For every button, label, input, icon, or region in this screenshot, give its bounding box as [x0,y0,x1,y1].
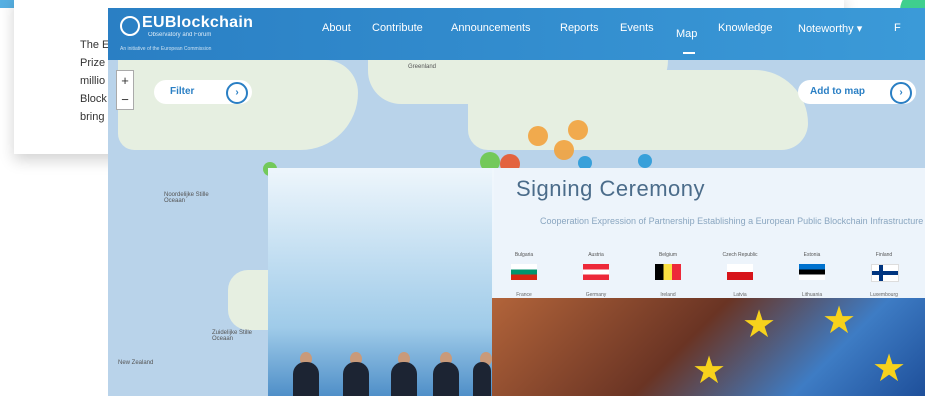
chevron-right-icon: › [226,82,248,104]
nav-about[interactable]: About [322,22,351,34]
map-cluster-marker[interactable] [568,120,588,140]
nav-noteworthy[interactable]: Noteworthy ▾ [798,22,862,35]
filter-button[interactable]: Filter › [154,80,252,104]
north-america-land [118,60,358,150]
map-label-new-zealand: New Zealand [118,360,154,366]
country-label: Bulgaria [514,252,534,258]
flag-bulgaria-icon [511,264,537,280]
nav-active-indicator [683,52,695,54]
blockchain-illustration: ★ ★ ★ ★ [492,298,925,396]
site-logo[interactable]: EUBlockchain [142,14,253,32]
logo-icon [120,16,140,36]
logo-subtitle: Observatory and Forum [148,32,212,38]
nav-events[interactable]: Events [620,22,654,34]
star-icon: ★ [742,304,777,346]
nav-contribute[interactable]: Contribute [372,22,423,34]
eurasia-land [468,70,808,150]
flag-belgium-icon [655,264,681,280]
country-label: Czech Republic [722,252,758,258]
map-cluster-marker[interactable] [528,126,548,146]
nav-map[interactable]: Map [676,28,697,40]
map-pin-marker[interactable] [638,154,652,168]
star-icon: ★ [692,350,727,392]
add-to-map-label: Add to map [810,86,865,97]
zoom-out-button[interactable]: − [117,90,133,109]
nav-more[interactable]: F [894,22,901,34]
ceremony-title: Signing Ceremony [516,176,705,201]
add-to-map-button[interactable]: Add to map › [798,80,916,104]
nav-announcements[interactable]: Announcements [451,22,531,34]
person [391,362,417,396]
zoom-control: + − [116,70,134,110]
flag-czech-icon [727,264,753,280]
map-label-greenland: Greenland [408,64,437,70]
flag-austria-icon [583,264,609,280]
stage-photo [268,168,494,396]
country-label: Estonia [803,252,821,258]
flag-estonia-icon [799,264,825,280]
logo-tagline: An initiative of the European Commission [120,46,212,52]
flag-finland-icon [871,264,899,282]
star-icon: ★ [872,348,907,390]
nav-knowledge[interactable]: Knowledge [718,22,772,34]
map-label-north-atlantic: Noordelijke Stille Oceaan [164,192,209,204]
chevron-right-icon: › [890,82,912,104]
signing-ceremony-photo: Signing Ceremony Cooperation Expression … [268,168,925,396]
star-icon: ★ [822,300,857,342]
filter-button-label: Filter [170,86,195,97]
ceremony-subtitle: Cooperation Expression of Partnership Es… [540,216,924,226]
person [293,362,319,396]
country-label: Finland [875,252,893,258]
zoom-in-button[interactable]: + [117,71,133,90]
map-cluster-marker[interactable] [554,140,574,160]
top-navigation: EUBlockchain Observatory and Forum An in… [108,8,925,60]
person [473,362,491,396]
country-label: Belgium [658,252,678,258]
ceremony-banner: Signing Ceremony Cooperation Expression … [492,168,925,298]
country-label: Austria [588,252,604,258]
person [433,362,459,396]
nav-reports[interactable]: Reports [560,22,599,34]
person [343,362,369,396]
map-label-south-pacific: Zuidelijke Stille Oceaan [212,330,253,342]
